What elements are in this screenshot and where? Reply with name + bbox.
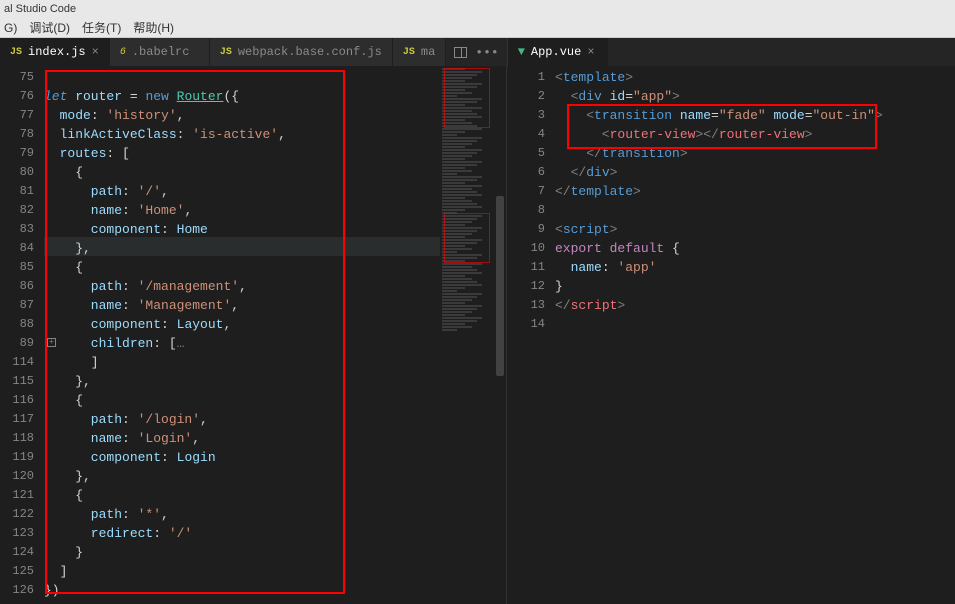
tab-app-vue[interactable]: ▼ App.vue × — [508, 38, 608, 66]
vue-icon: ▼ — [518, 45, 525, 59]
tab-label: ma — [421, 45, 435, 59]
right-editor-pane: 1 2 3 4 5 6 7 8 9 10 11 12 13 14 <templa… — [506, 66, 955, 604]
minimap-annotation-box — [444, 68, 490, 128]
left-minimap[interactable] — [440, 66, 494, 604]
left-code-area[interactable]: let router = new Router({ mode: 'history… — [44, 66, 440, 604]
right-code-area[interactable]: <template> <div id="app"> <transition na… — [555, 66, 943, 604]
right-scrollbar[interactable] — [943, 66, 955, 604]
window-title-bar: al Studio Code — [0, 0, 955, 18]
babel-icon: 6 — [120, 47, 126, 58]
js-icon: JS — [403, 47, 415, 58]
tab-index-js[interactable]: JS index.js × — [0, 38, 110, 66]
scrollbar-thumb[interactable] — [496, 196, 504, 376]
left-tab-bar: JS index.js × 6 .babelrc JS webpack.base… — [0, 38, 507, 66]
menu-tasks[interactable]: 任务(T) — [82, 19, 121, 36]
right-gutter: 1 2 3 4 5 6 7 8 9 10 11 12 13 14 — [507, 66, 555, 604]
close-icon[interactable]: × — [587, 45, 594, 59]
tab-babelrc[interactable]: 6 .babelrc — [110, 38, 210, 66]
menu-bar: G) 调试(D) 任务(T) 帮助(H) — [0, 18, 955, 38]
js-icon: JS — [220, 47, 232, 58]
menu-help[interactable]: 帮助(H) — [133, 19, 174, 36]
tab-webpack[interactable]: JS webpack.base.conf.js — [210, 38, 393, 66]
menu-goto[interactable]: G) — [4, 21, 17, 35]
tab-ma[interactable]: JS ma — [393, 38, 446, 66]
window-title: al Studio Code — [4, 3, 76, 15]
tab-controls: ••• — [446, 38, 506, 66]
js-icon: JS — [10, 47, 22, 58]
close-icon[interactable]: × — [92, 45, 99, 59]
minimap-annotation-box-2 — [444, 213, 490, 263]
left-gutter: 75 76 77 78 79 80 81 82 83 84 85 86 87 8… — [0, 66, 44, 604]
tab-label: App.vue — [531, 45, 581, 59]
tab-label: index.js — [28, 45, 86, 59]
split-editor-icon[interactable] — [454, 47, 467, 58]
more-icon[interactable]: ••• — [475, 45, 498, 60]
left-scrollbar[interactable] — [494, 66, 506, 604]
left-editor-pane: 75 76 77 78 79 80 81 82 83 84 85 86 87 8… — [0, 66, 506, 604]
menu-debug[interactable]: 调试(D) — [29, 19, 70, 36]
tab-label: .babelrc — [132, 45, 190, 59]
right-tab-bar: ▼ App.vue × — [507, 38, 955, 66]
tab-label: webpack.base.conf.js — [238, 45, 382, 59]
